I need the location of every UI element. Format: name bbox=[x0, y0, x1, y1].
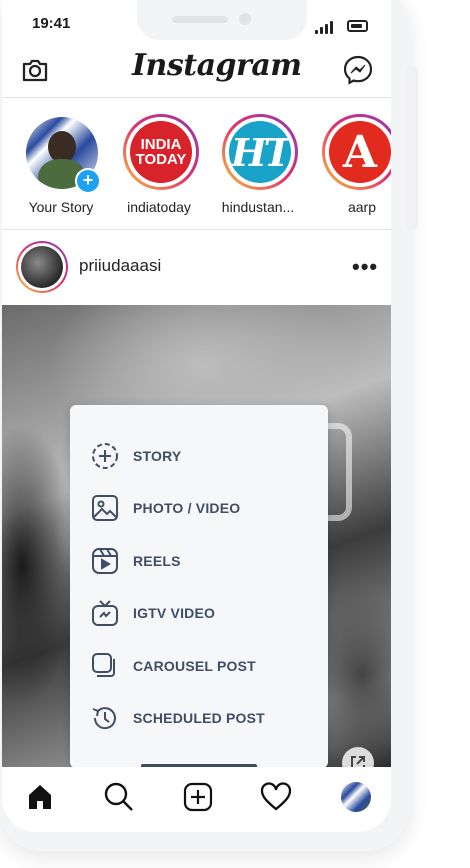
phone-side-button bbox=[406, 66, 418, 230]
profile-avatar[interactable] bbox=[336, 777, 376, 817]
menu-label: SCHEDULED POST bbox=[133, 710, 265, 726]
notch-speaker bbox=[172, 16, 228, 23]
create-icon[interactable] bbox=[178, 777, 218, 817]
reels-icon bbox=[92, 548, 118, 574]
battery-icon bbox=[347, 20, 368, 32]
menu-label: REELS bbox=[133, 553, 181, 569]
menu-item-photo-video[interactable]: PHOTO / VIDEO bbox=[90, 492, 310, 524]
notch-camera bbox=[239, 13, 251, 25]
aarp-logo: A bbox=[342, 126, 378, 178]
camera-icon[interactable] bbox=[18, 53, 52, 87]
status-time: 19:41 bbox=[32, 15, 71, 32]
schedule-icon bbox=[92, 707, 116, 730]
ht-logo: HT bbox=[230, 129, 291, 175]
carousel-icon bbox=[92, 653, 115, 677]
menu-item-igtv[interactable]: IGTV VIDEO bbox=[90, 597, 310, 629]
menu-label: PHOTO / VIDEO bbox=[133, 500, 241, 516]
home-icon[interactable] bbox=[20, 777, 60, 817]
more-options-icon[interactable]: ••• bbox=[352, 254, 378, 280]
stories-divider bbox=[2, 229, 391, 230]
story-ring: HT bbox=[222, 114, 298, 190]
app-screen: 19:41 Instagram + Your Story INDIATODAY bbox=[2, 0, 391, 832]
story-name: indiatoday bbox=[127, 199, 191, 215]
post-avatar[interactable] bbox=[16, 241, 68, 293]
menu-item-story[interactable]: STORY bbox=[90, 440, 310, 472]
heart-icon[interactable] bbox=[256, 777, 296, 817]
create-menu: STORY PHOTO / VIDEO REELS IGTV VIDEO CAR… bbox=[70, 405, 328, 768]
menu-item-reels[interactable]: REELS bbox=[90, 545, 310, 577]
indiatoday-logo: INDIA TODAY bbox=[135, 136, 187, 168]
menu-label: STORY bbox=[133, 448, 182, 464]
photo-icon bbox=[92, 495, 118, 521]
search-icon[interactable] bbox=[99, 777, 139, 817]
story-name: aarp bbox=[347, 199, 377, 215]
bottom-nav bbox=[2, 767, 391, 832]
signal-icon bbox=[315, 21, 337, 34]
add-story-icon[interactable]: + bbox=[75, 168, 101, 194]
story-name: hindustan... bbox=[221, 199, 295, 215]
menu-label: IGTV VIDEO bbox=[133, 605, 216, 621]
story-ring: A bbox=[322, 114, 391, 190]
igtv-icon bbox=[92, 600, 118, 626]
story-add-icon bbox=[92, 443, 118, 469]
messenger-icon[interactable] bbox=[341, 53, 375, 87]
header-divider bbox=[2, 97, 391, 98]
menu-label: CAROUSEL POST bbox=[133, 658, 256, 674]
post-username[interactable]: priiudaaasi bbox=[79, 256, 161, 276]
app-logo: Instagram bbox=[132, 48, 302, 83]
menu-item-scheduled[interactable]: SCHEDULED POST bbox=[90, 702, 310, 734]
menu-item-carousel[interactable]: CAROUSEL POST bbox=[90, 650, 310, 682]
story-name: Your Story bbox=[28, 199, 94, 215]
story-ring: INDIA TODAY bbox=[123, 114, 199, 190]
